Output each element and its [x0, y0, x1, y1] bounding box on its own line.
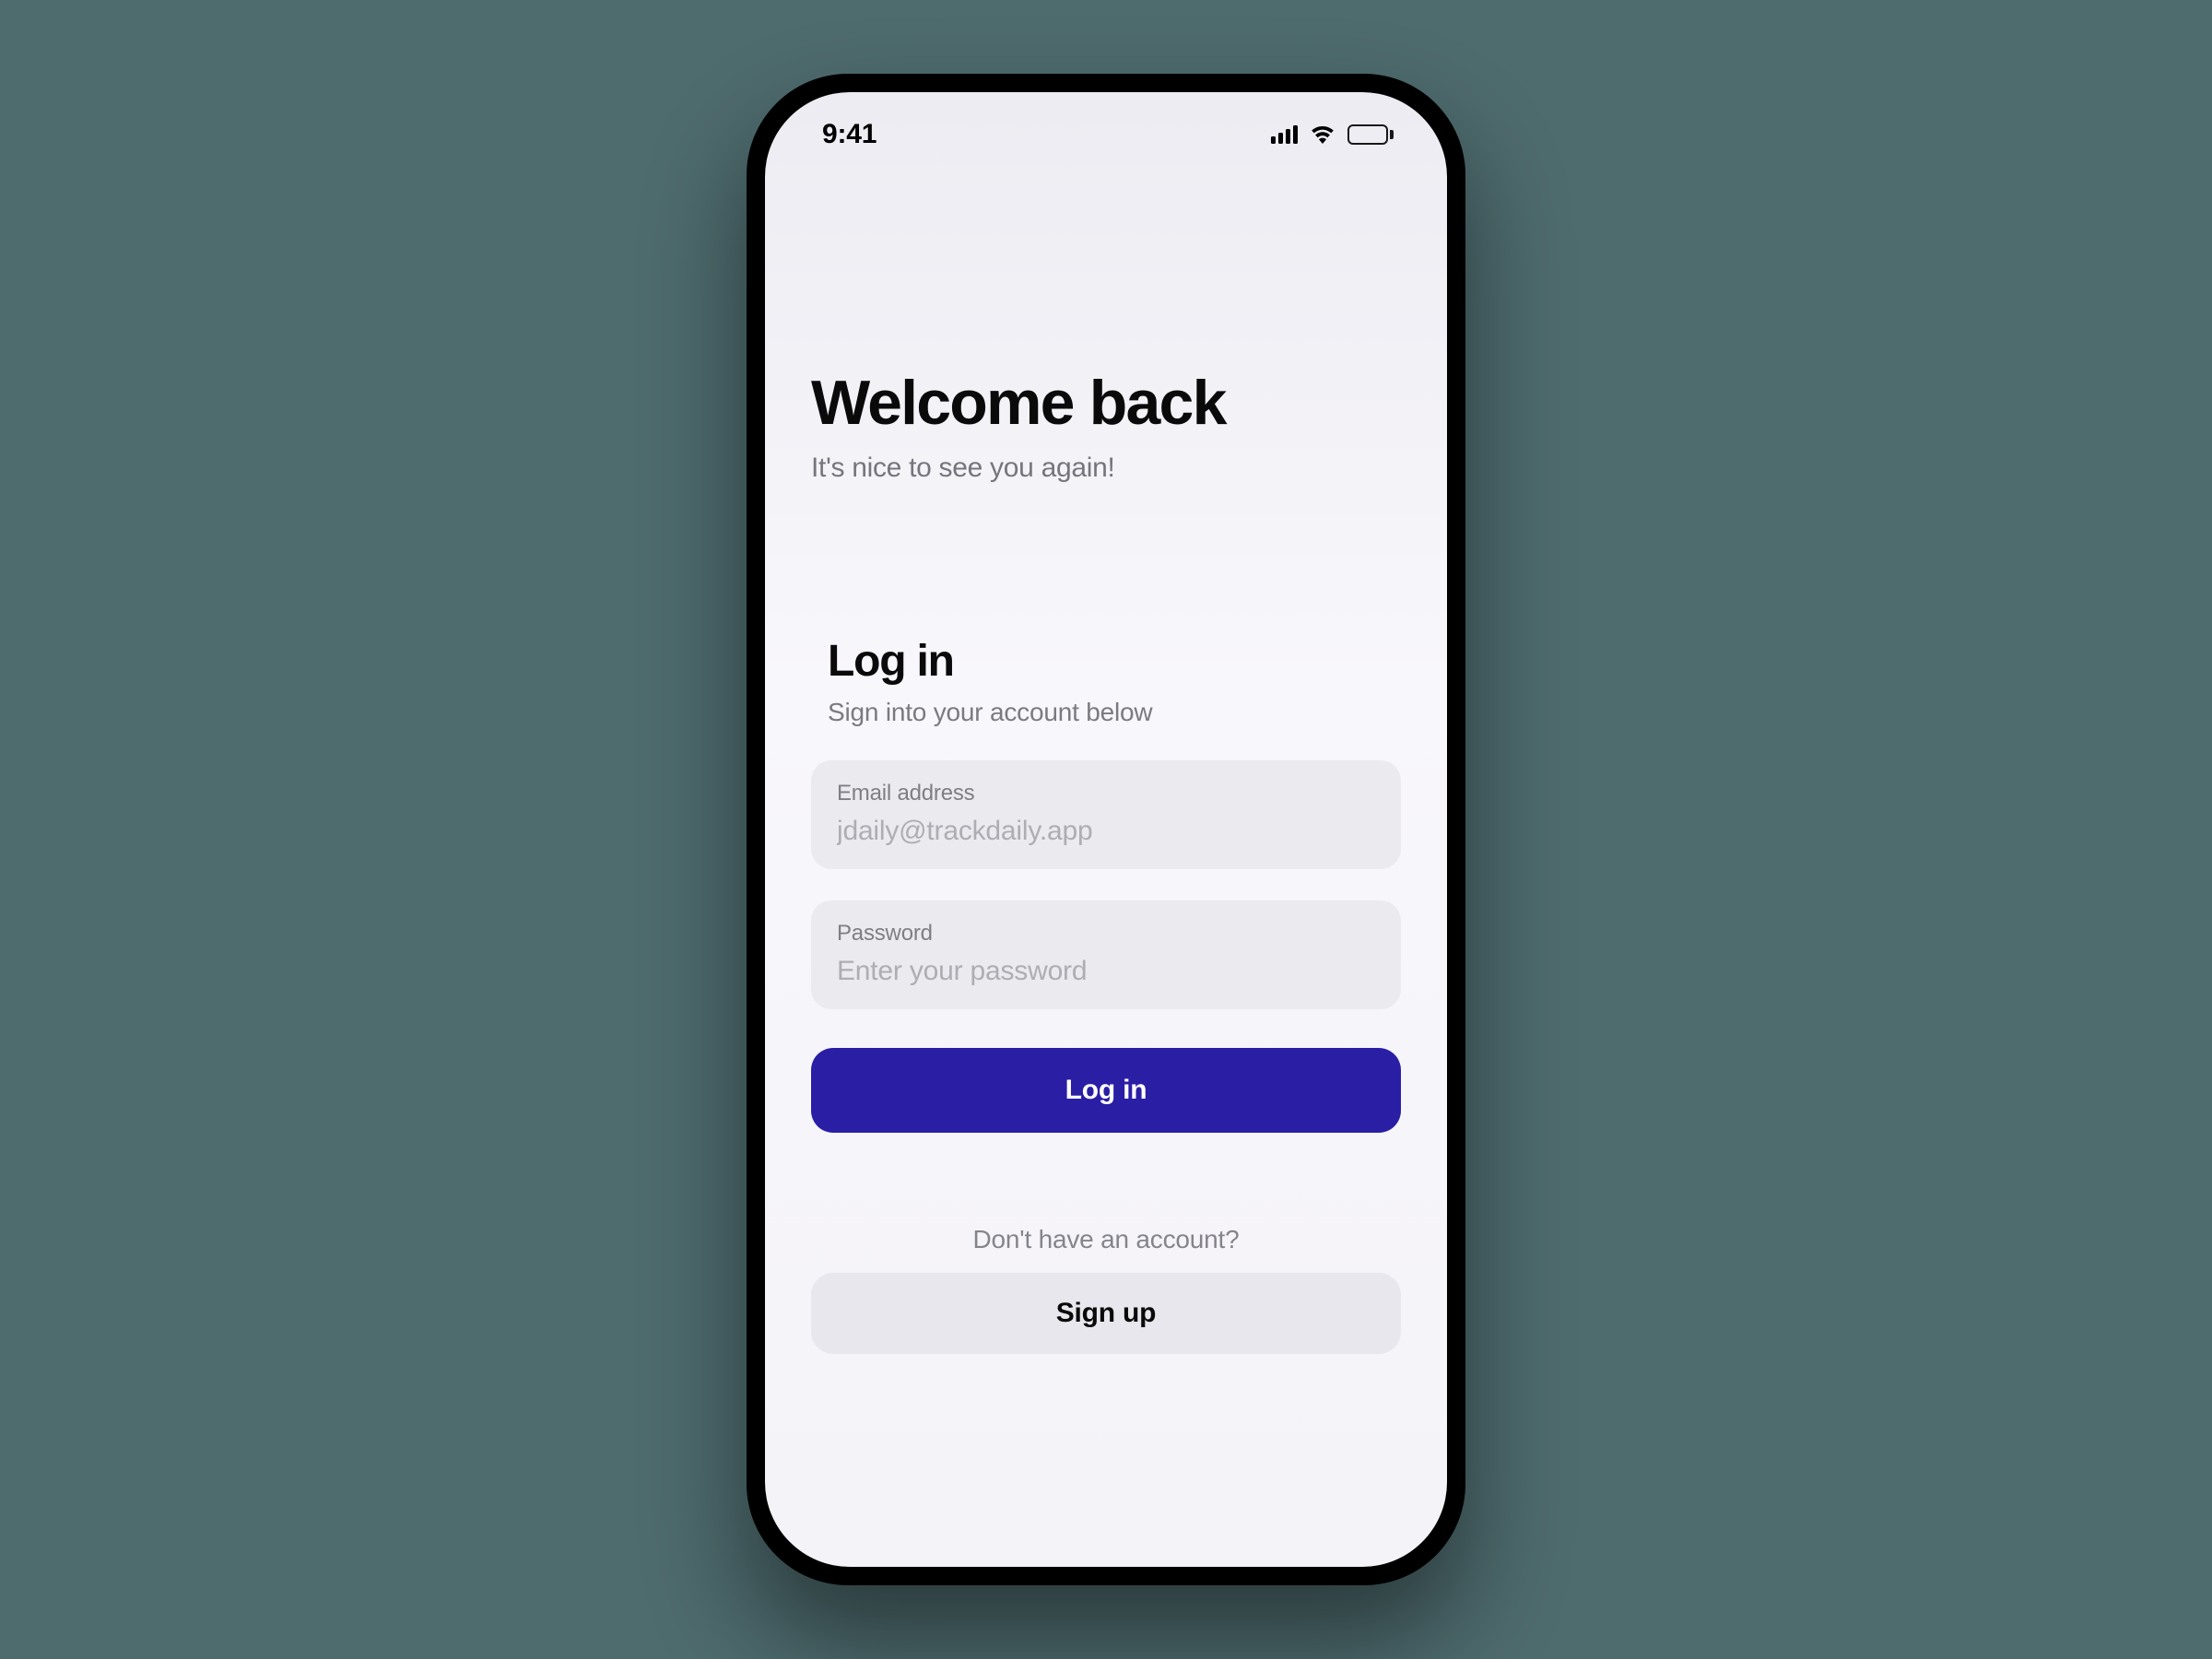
password-field-container[interactable]: Password	[811, 900, 1401, 1009]
status-indicators	[1271, 124, 1394, 145]
device-frame: 9:41	[747, 74, 1465, 1585]
signup-prompt: Don't have an account?	[811, 1225, 1401, 1254]
welcome-title: Welcome back	[811, 371, 1401, 436]
welcome-header: Welcome back It's nice to see you again!	[811, 371, 1401, 484]
device-bezel: 9:41	[747, 74, 1465, 1585]
status-time: 9:41	[822, 119, 877, 150]
form-title: Log in	[811, 636, 1401, 687]
wifi-icon	[1309, 124, 1336, 145]
login-form: Log in Sign into your account below Emai…	[811, 636, 1401, 1354]
signup-button[interactable]: Sign up	[811, 1273, 1401, 1354]
login-button[interactable]: Log in	[811, 1048, 1401, 1133]
form-subtitle: Sign into your account below	[811, 698, 1401, 727]
welcome-subtitle: It's nice to see you again!	[811, 453, 1401, 484]
email-field-container[interactable]: Email address	[811, 760, 1401, 869]
battery-icon	[1347, 124, 1394, 145]
email-label: Email address	[837, 781, 1375, 806]
password-label: Password	[837, 921, 1375, 947]
cellular-signal-icon	[1271, 125, 1298, 144]
email-input[interactable]	[837, 816, 1375, 847]
password-input[interactable]	[837, 956, 1375, 987]
status-bar: 9:41	[765, 92, 1447, 177]
screen: 9:41	[765, 92, 1447, 1567]
content: Welcome back It's nice to see you again!…	[765, 177, 1447, 1567]
signup-block: Don't have an account? Sign up	[811, 1225, 1401, 1354]
